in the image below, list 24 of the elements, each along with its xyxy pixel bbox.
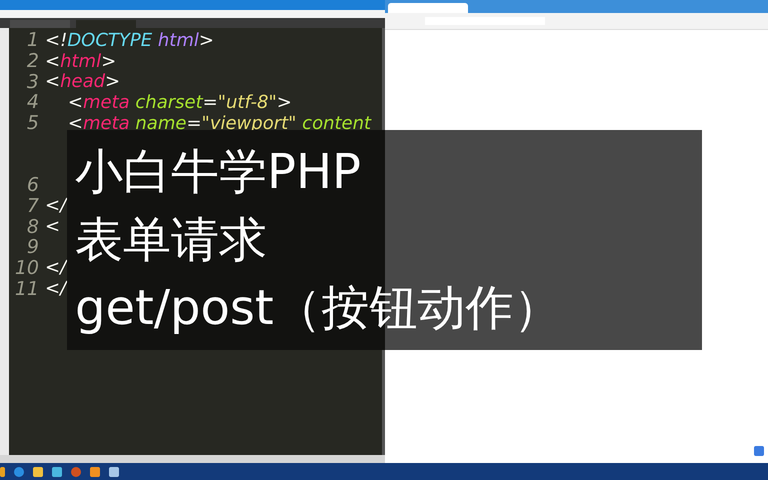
code-line: <head>	[45, 71, 120, 92]
code-line: </	[45, 278, 66, 300]
line-number: 11	[14, 278, 39, 300]
line-number: 10	[14, 256, 39, 279]
code-line: <	[45, 216, 60, 238]
code-line: <!DOCTYPE html>	[45, 30, 214, 51]
line-number: 8	[26, 216, 39, 238]
overlay-title-line: get/post（按钮动作）	[75, 279, 563, 338]
code-line: <html>	[45, 50, 116, 72]
code-line: <meta charset="utf-8">	[66, 92, 292, 113]
code-line: <meta name="viewport" content	[66, 112, 372, 134]
code-line: </	[45, 257, 66, 278]
overlay-title-line: 表单请求	[75, 211, 268, 270]
floating-button[interactable]	[754, 446, 764, 456]
line-number: 7	[26, 194, 39, 217]
line-number: 2	[26, 50, 39, 72]
code-line: </	[45, 195, 66, 216]
line-number: 9	[26, 236, 39, 258]
line-number: 4	[26, 91, 39, 114]
line-number: 5	[26, 112, 39, 134]
overlay-title-line: 小白牛学PHP	[75, 143, 362, 202]
line-number: 1	[26, 29, 39, 52]
line-number: 3	[26, 70, 39, 93]
line-number: 6	[26, 174, 39, 196]
